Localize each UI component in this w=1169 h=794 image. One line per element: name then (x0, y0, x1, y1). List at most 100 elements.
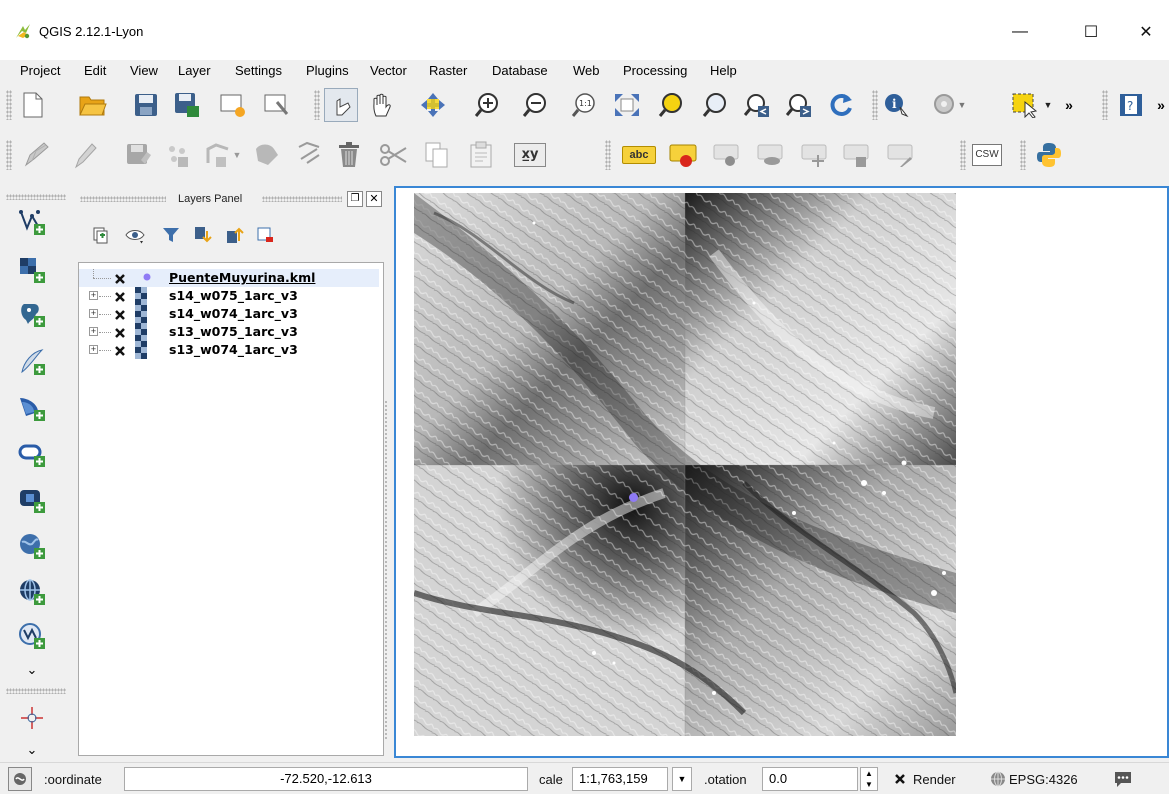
toolbar-grip[interactable] (960, 140, 966, 170)
toolbar-grip[interactable] (314, 90, 320, 120)
messages-toggle-icon[interactable] (8, 767, 32, 791)
cut-features-icon[interactable] (378, 140, 408, 170)
toolbar-overflow-button[interactable]: » (1153, 90, 1169, 120)
add-mssql-layer-icon[interactable] (16, 392, 48, 424)
layer-row-s14-w075[interactable]: + s14_w075_1arc_v3 (79, 287, 379, 305)
zoom-full-icon[interactable] (612, 90, 642, 120)
save-layer-edits-icon[interactable] (124, 140, 154, 170)
panel-grip[interactable] (80, 196, 166, 202)
pan-map-icon[interactable] (367, 90, 397, 120)
zoom-last-icon[interactable] (742, 90, 772, 120)
messages-bubble-icon[interactable] (1113, 770, 1133, 788)
float-panel-icon[interactable]: ❐ (347, 191, 363, 207)
layer-visibility-checkbox[interactable] (113, 326, 126, 339)
maximize-button[interactable]: ☐ (1068, 14, 1114, 50)
move-label-icon[interactable] (800, 140, 830, 170)
add-wcs-layer-icon[interactable] (16, 576, 48, 608)
refresh-icon[interactable] (826, 90, 856, 120)
layer-diagram-icon[interactable] (668, 140, 698, 170)
paste-features-icon[interactable] (466, 140, 496, 170)
toolbar-grip[interactable] (6, 140, 12, 170)
layer-row-s13-w074[interactable]: + s13_w074_1arc_v3 (79, 341, 379, 359)
metasearch-icon[interactable]: CSW (970, 140, 1004, 170)
chevron-down-icon[interactable]: ▼ (1040, 90, 1056, 120)
add-raster-layer-icon[interactable] (16, 254, 48, 286)
touch-zoom-pan-icon[interactable] (324, 88, 358, 122)
scale-combobox[interactable]: 1:1,763,159 (572, 767, 668, 791)
current-edits-icon[interactable] (22, 140, 52, 170)
crs-globe-icon[interactable] (990, 771, 1006, 787)
map-canvas[interactable] (394, 186, 1169, 758)
menu-web[interactable]: Web (573, 63, 600, 78)
layer-row-s14-w074[interactable]: + s14_w074_1arc_v3 (79, 305, 379, 323)
menu-database[interactable]: Database (492, 63, 548, 78)
select-features-icon[interactable] (1010, 90, 1040, 120)
menu-help[interactable]: Help (710, 63, 737, 78)
rotation-spinner[interactable]: ▲ ▼ (860, 767, 878, 791)
layer-visibility-checkbox[interactable] (113, 272, 126, 285)
new-print-composer-icon[interactable] (218, 90, 248, 120)
copy-features-icon[interactable] (422, 140, 452, 170)
save-as-icon[interactable] (172, 90, 202, 120)
trash-icon[interactable] (334, 140, 364, 170)
layer-row-s13-w075[interactable]: + s13_w075_1arc_v3 (79, 323, 379, 341)
toolbar-grip[interactable] (6, 194, 66, 200)
menu-processing[interactable]: Processing (623, 63, 687, 78)
add-feature-icon[interactable] (162, 140, 192, 170)
filter-legend-icon[interactable] (156, 220, 186, 250)
zoom-in-icon[interactable] (473, 90, 503, 120)
menu-plugins[interactable]: Plugins (306, 63, 349, 78)
layer-visibility-checkbox[interactable] (113, 308, 126, 321)
add-oracle-layer-icon[interactable] (16, 438, 48, 470)
menu-view[interactable]: View (130, 63, 158, 78)
help-contents-icon[interactable]: ? (1116, 90, 1146, 120)
open-project-icon[interactable] (78, 90, 108, 120)
menu-settings[interactable]: Settings (235, 63, 282, 78)
add-db2-layer-icon[interactable] (16, 484, 48, 516)
add-postgis-layer-icon[interactable] (16, 298, 48, 330)
pin-labels-icon[interactable] (712, 140, 742, 170)
add-delimited-text-layer-icon[interactable]: x̲y (512, 140, 548, 170)
chevron-down-icon[interactable]: ⌄ (16, 654, 48, 686)
menu-edit[interactable]: Edit (84, 63, 106, 78)
pan-to-selection-icon[interactable] (418, 90, 448, 120)
composer-manager-icon[interactable] (262, 90, 292, 120)
toolbar-grip[interactable] (1102, 90, 1108, 120)
toolbar-grip[interactable] (6, 90, 12, 120)
menu-project[interactable]: Project (20, 63, 60, 78)
toolbar-grip[interactable] (6, 688, 66, 694)
chevron-down-icon[interactable]: ▼ (672, 767, 692, 791)
remove-layer-icon[interactable] (250, 220, 280, 250)
save-project-icon[interactable] (131, 90, 161, 120)
expand-layer-icon[interactable]: + (89, 345, 98, 354)
close-panel-icon[interactable]: ✕ (366, 191, 382, 207)
chevron-down-icon[interactable]: ▼ (230, 140, 244, 170)
zoom-to-layer-icon[interactable] (700, 90, 730, 120)
menu-vector[interactable]: Vector (370, 63, 407, 78)
identify-features-icon[interactable]: i (882, 90, 912, 120)
add-vector-layer-icon[interactable] (16, 206, 48, 238)
add-wms-layer-icon[interactable] (16, 530, 48, 562)
zoom-out-icon[interactable] (521, 90, 551, 120)
expand-layer-icon[interactable]: + (89, 291, 98, 300)
layer-row-puentemuyurina[interactable]: PuenteMuyurina.kml (79, 269, 379, 287)
new-project-icon[interactable] (18, 90, 48, 120)
menu-raster[interactable]: Raster (429, 63, 467, 78)
crs-status[interactable]: EPSG:4326 (1009, 772, 1078, 787)
zoom-to-selection-icon[interactable] (656, 90, 686, 120)
coordinate-field[interactable]: -72.520,-12.613 (124, 767, 528, 791)
layer-visibility-checkbox[interactable] (113, 344, 126, 357)
zoom-next-icon[interactable] (784, 90, 814, 120)
toolbar-grip[interactable] (605, 140, 611, 170)
expand-layer-icon[interactable]: + (89, 327, 98, 336)
python-console-icon[interactable] (1034, 140, 1064, 170)
zoom-actual-size-icon[interactable]: 1:1 (570, 90, 600, 120)
add-group-icon[interactable] (86, 220, 116, 250)
crosshair-icon[interactable] (16, 702, 48, 734)
menu-layer[interactable]: Layer (178, 63, 211, 78)
change-label-icon[interactable] (886, 140, 916, 170)
toolbar-overflow-button[interactable]: » (1060, 90, 1078, 120)
visibility-eye-icon[interactable] (120, 220, 150, 250)
kml-point-marker[interactable] (629, 493, 638, 502)
layer-labeling-icon[interactable]: abc (620, 140, 658, 170)
